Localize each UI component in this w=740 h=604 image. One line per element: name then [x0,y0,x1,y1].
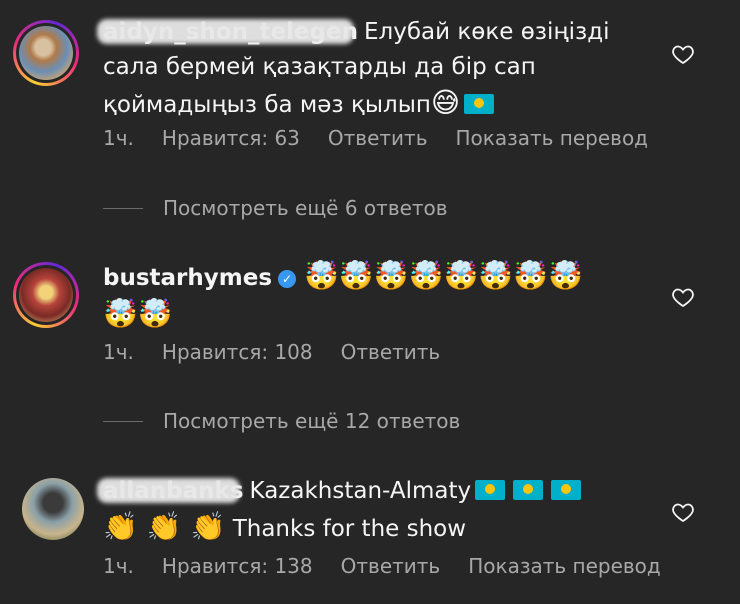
exploding-head-emojis: 🤯🤯🤯🤯🤯🤯🤯🤯 [304,259,583,292]
kazakhstan-flag-icon [464,94,495,114]
view-more-replies-button[interactable]: Посмотреть ещё 6 ответов [103,196,448,220]
reply-button[interactable]: Ответить [328,126,428,150]
comment-time: 1ч. [103,126,134,150]
avatar[interactable] [13,262,79,328]
comment-body: allanbanks Kazakhstan-Almaty 👏 👏 👏 Thanks… [103,474,660,547]
likes-count[interactable]: Нравится: 108 [162,340,313,364]
comment-meta: 1ч. Нравится: 138 Ответить Показать перевод [103,554,689,578]
comment-body: aidyn_shon_telegen Елубай көке өзіңізді с… [103,15,660,123]
sweat-smile-emoji: 😅 [430,86,461,119]
exploding-head-emojis-line2: 🤯🤯 [103,297,173,330]
show-translation-button[interactable]: Показать перевод [468,554,661,578]
kazakhstan-flag-icon [513,480,544,500]
view-more-replies-label: Посмотреть ещё 12 ответов [163,409,461,433]
avatar[interactable] [13,20,79,86]
comment-text-line1: Kazakhstan-Almaty [249,478,472,504]
username[interactable]: allanbanks [103,474,244,509]
show-translation-button[interactable]: Показать перевод [455,126,648,150]
avatar-image [22,478,84,540]
avatar-image [19,268,73,322]
clapping-hands-emojis: 👏 👏 👏 [103,510,226,543]
username[interactable]: bustarhymes [103,265,272,291]
comment-meta: 1ч. Нравится: 63 Ответить Показать перевод [103,126,676,150]
likes-count[interactable]: Нравится: 63 [162,126,300,150]
comment-time: 1ч. [103,554,134,578]
avatar[interactable] [22,478,84,540]
view-more-replies-button[interactable]: Посмотреть ещё 12 ответов [103,409,460,433]
like-heart-icon[interactable] [671,42,695,66]
reply-button[interactable]: Ответить [341,340,441,364]
kazakhstan-flag-icon [475,480,506,500]
comment-time: 1ч. [103,340,134,364]
comment-text-line2: Thanks for the show [232,516,467,542]
divider-line [103,207,143,209]
like-heart-icon[interactable] [671,285,695,309]
view-more-replies-label: Посмотреть ещё 6 ответов [163,196,448,220]
verified-badge-icon: ✓ [278,270,297,288]
reply-button[interactable]: Ответить [341,554,441,578]
comment-text-line2: сала бермей қазақтарды да бір сап [103,54,536,80]
divider-line [103,420,143,422]
comment-body: bustarhymes ✓ 🤯🤯🤯🤯🤯🤯🤯🤯 🤯🤯 [103,258,660,334]
comment-text-line1: Елубай көке өзіңізді [364,19,610,45]
avatar-image [19,26,73,80]
username[interactable]: aidyn_shon_telegen [103,15,358,50]
likes-count[interactable]: Нравится: 138 [162,554,313,578]
kazakhstan-flag-icon [551,480,582,500]
comment-meta: 1ч. Нравится: 108 Ответить [103,340,468,364]
like-heart-icon[interactable] [671,500,695,524]
comment-text-line3: қоймадыңыз ба мәз қылып [103,92,431,118]
